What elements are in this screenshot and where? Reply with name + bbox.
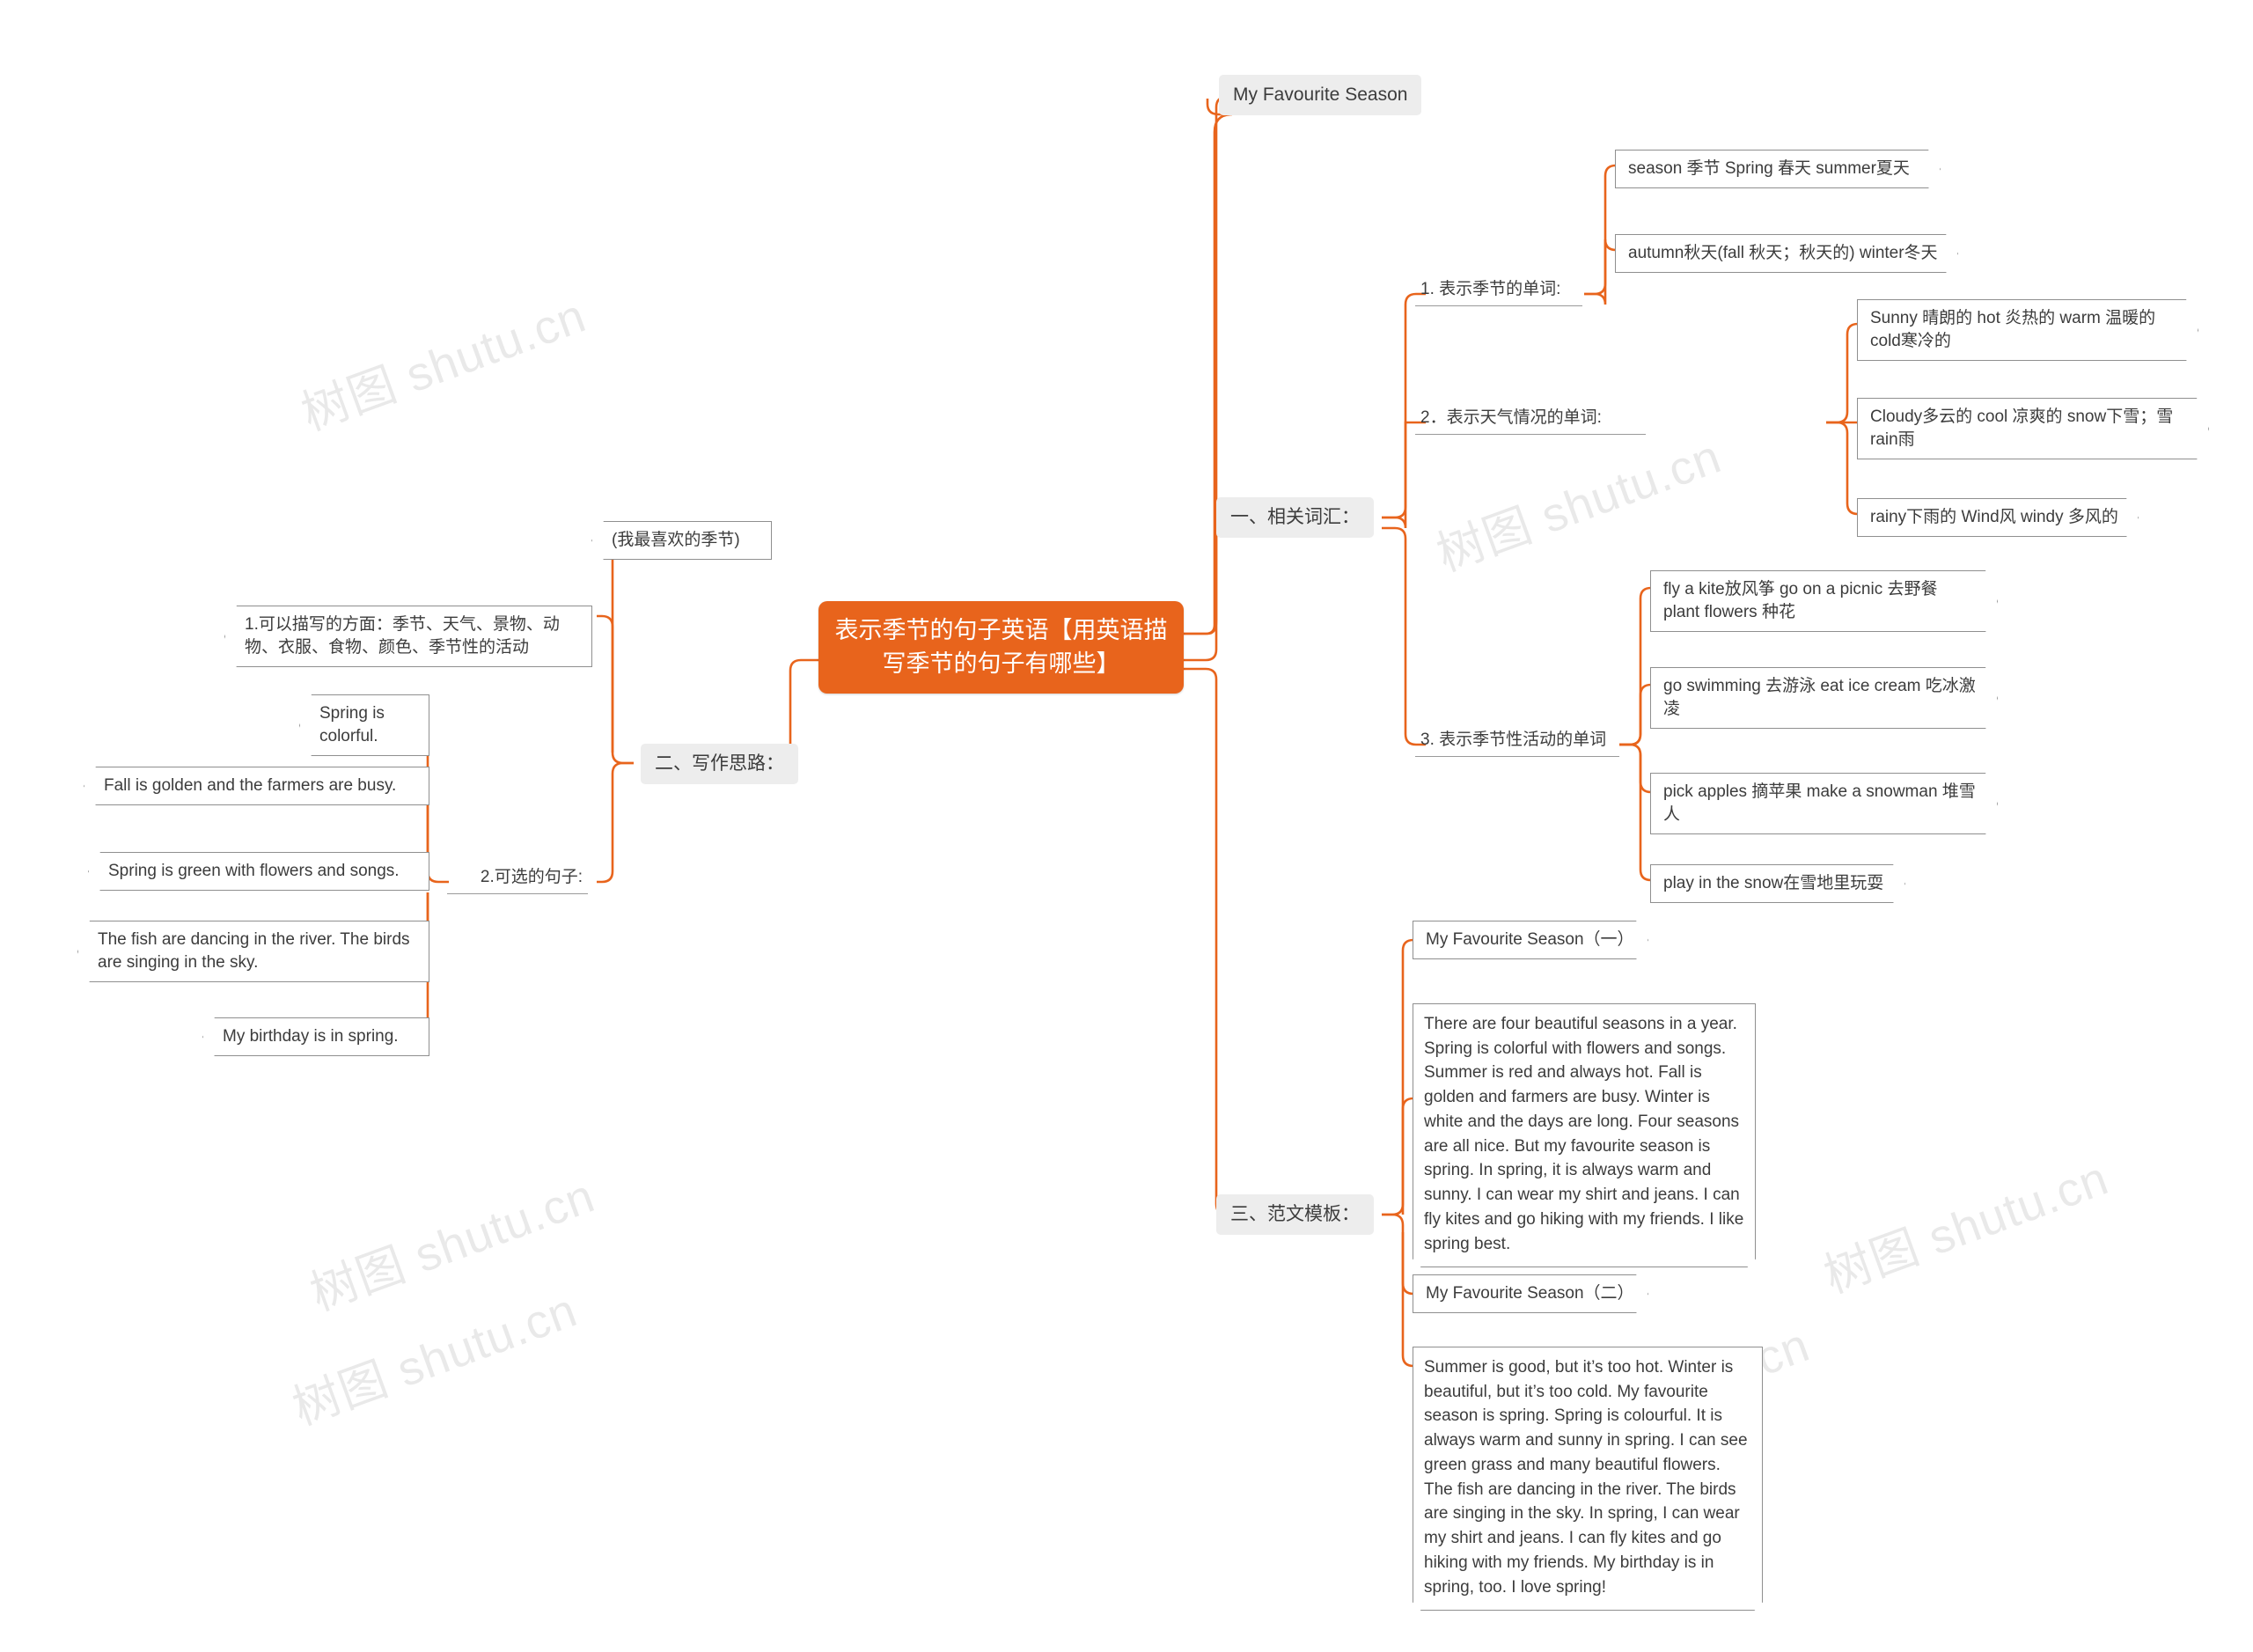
watermark: 树图 shutu.cn — [1430, 430, 1728, 582]
activity-word-item[interactable]: go swimming 去游泳 eat ice cream 吃冰激凌 — [1650, 667, 1998, 729]
mindmap-canvas: 树图 shutu.cn 树图 shutu.cn 树图 shutu.cn 树图 s… — [0, 0, 2253, 1652]
weather-word-item[interactable]: Cloudy多云的 cool 凉爽的 snow下雪；雪 rain雨 — [1857, 398, 2209, 459]
watermark: 树图 shutu.cn — [295, 289, 593, 441]
branch-writing-ideas[interactable]: 二、写作思路： — [641, 744, 798, 785]
sentence-item[interactable]: Spring is green with flowers and songs. — [88, 852, 429, 892]
activity-word-item[interactable]: play in the snow在雪地里玩耍 — [1650, 864, 1905, 903]
vocab-child-weather-words[interactable]: 2．表示天气情况的单词: — [1415, 403, 1646, 435]
ideas-child-aspects[interactable]: 1.可以描写的方面：季节、天气、景物、动物、衣服、食物、颜色、季节性的活动 — [224, 606, 592, 668]
template-title[interactable]: My Favourite Season（二） — [1413, 1274, 1648, 1313]
vocab-child-season-words[interactable]: 1. 表示季节的单词: — [1415, 275, 1582, 306]
season-word-item[interactable]: season 季节 Spring 春天 summer夏天 — [1615, 150, 1941, 188]
template-title[interactable]: My Favourite Season（一） — [1413, 921, 1648, 959]
branch-vocabulary[interactable]: 一、相关词汇： — [1216, 497, 1374, 539]
template-body[interactable]: There are four beautiful seasons in a ye… — [1413, 1003, 1756, 1267]
weather-word-item[interactable]: Sunny 晴朗的 hot 炎热的 warm 温暖的 cold寒冷的 — [1857, 299, 2198, 361]
activity-word-item[interactable]: fly a kite放风筝 go on a picnic 去野餐 plant f… — [1650, 570, 1998, 632]
season-word-item[interactable]: autumn秋天(fall 秋天；秋天的) winter冬天 — [1615, 234, 1958, 273]
activity-word-item[interactable]: pick apples 摘苹果 make a snowman 堆雪人 — [1650, 773, 1998, 834]
sentence-item[interactable]: The fish are dancing in the river. The b… — [77, 921, 429, 983]
sentence-item[interactable]: Fall is golden and the farmers are busy. — [84, 767, 429, 806]
node-my-favourite-season[interactable]: My Favourite Season — [1219, 75, 1422, 116]
sentence-item[interactable]: My birthday is in spring. — [202, 1017, 429, 1057]
ideas-child-topic[interactable]: (我最喜欢的季节) — [591, 521, 772, 561]
root-node[interactable]: 表示季节的句子英语【用英语描写季节的句子有哪些】 — [818, 601, 1184, 694]
ideas-child-sentences[interactable]: 2.可选的句子: — [447, 863, 588, 894]
vocab-child-activity-words[interactable]: 3. 表示季节性活动的单词 — [1415, 725, 1619, 757]
sentence-item[interactable]: Spring is colorful. — [299, 694, 429, 757]
branch-sample-templates[interactable]: 三、范文模板： — [1216, 1194, 1374, 1236]
template-body[interactable]: Summer is good, but it’s too hot. Winter… — [1413, 1347, 1763, 1611]
watermark: 树图 shutu.cn — [1817, 1151, 2116, 1303]
weather-word-item[interactable]: rainy下雨的 Wind风 windy 多风的 — [1857, 498, 2139, 537]
